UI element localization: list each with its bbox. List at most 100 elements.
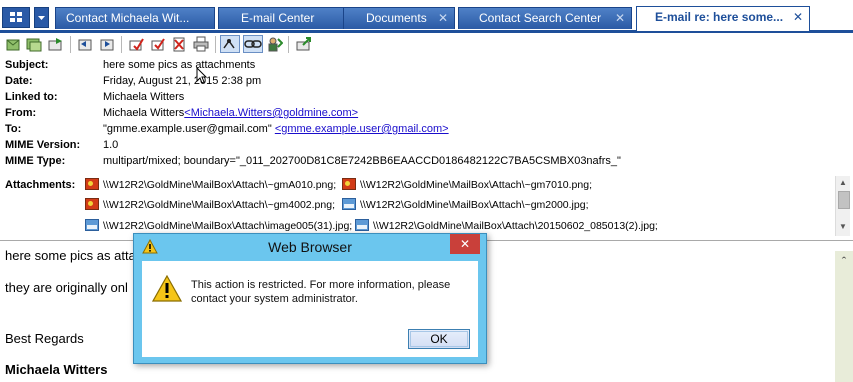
from-email-link[interactable]: <Michaela.Witters@goldmine.com>: [184, 107, 358, 119]
ok-button[interactable]: OK: [408, 329, 470, 349]
picture-file-icon: [355, 219, 369, 231]
attachments-label: Attachments:: [5, 179, 76, 191]
tab-label: Contact Michaela Wit...: [66, 11, 190, 25]
close-icon[interactable]: ✕: [793, 7, 803, 28]
linked-value: Michaela Witters: [103, 91, 185, 103]
body-text-line: they are originally onl: [5, 280, 128, 295]
attach-contact-button[interactable]: [267, 36, 283, 52]
forward-button[interactable]: [48, 36, 64, 52]
close-icon[interactable]: ✕: [615, 8, 625, 29]
reply-icon: [6, 39, 20, 51]
link-icon: [223, 39, 235, 49]
attachment-item[interactable]: \\W12R2\GoldMine\MailBox\Attach\~gm4002.…: [85, 197, 335, 213]
export-button[interactable]: [296, 36, 312, 52]
flag-icon: [129, 38, 144, 51]
attachment-item[interactable]: \\W12R2\GoldMine\MailBox\Attach\~gm7010.…: [342, 177, 592, 193]
from-label: From:: [5, 107, 37, 119]
forward-icon: [48, 38, 62, 51]
next-button[interactable]: [99, 36, 115, 52]
tab-label: Documents: [366, 11, 427, 25]
picture-file-icon: [85, 219, 99, 231]
mark-read-icon: [151, 38, 165, 51]
toolbar-separator: [121, 36, 122, 53]
subject-value: here some pics as attachments: [103, 59, 256, 71]
attachment-item[interactable]: \\W12R2\GoldMine\MailBox\Attach\~gmA010.…: [85, 177, 336, 193]
mime-version-label: MIME Version:: [5, 139, 81, 151]
scroll-up-icon[interactable]: ▲: [836, 176, 850, 190]
attachment-path: \\W12R2\GoldMine\MailBox\Attach\~gmA010.…: [103, 179, 337, 191]
toolbar-separator: [215, 36, 216, 53]
attachments-scrollbar[interactable]: ▲ ▼: [835, 176, 850, 236]
attachment-item[interactable]: \\W12R2\GoldMine\MailBox\Attach\~gm2000.…: [342, 197, 589, 213]
to-email-link[interactable]: <gmme.example.user@gmail.com>: [275, 123, 449, 135]
tab-list-dropdown[interactable]: [34, 7, 49, 28]
chevron-down-icon: [38, 16, 45, 20]
mime-type-value: multipart/mixed; boundary="_011_202700D8…: [103, 155, 621, 167]
attachment-item[interactable]: \\W12R2\GoldMine\MailBox\Attach\image005…: [85, 218, 352, 234]
print-button[interactable]: [193, 36, 209, 52]
attachment-path: \\W12R2\GoldMine\MailBox\Attach\20150602…: [373, 220, 658, 232]
from-name: Michaela Witters: [103, 107, 185, 119]
body-scrollbar[interactable]: ˆ: [835, 251, 853, 382]
print-icon: [193, 36, 209, 52]
chain-link-button[interactable]: [243, 35, 263, 53]
mime-version-value: 1.0: [103, 139, 119, 151]
message-toolbar: [0, 33, 853, 55]
attachment-path: \\W12R2\GoldMine\MailBox\Attach\~gm4002.…: [103, 199, 335, 211]
attachment-item[interactable]: \\W12R2\GoldMine\MailBox\Attach\20150602…: [355, 218, 658, 234]
tab-contact-search-center[interactable]: Contact Search Center ✕: [458, 7, 632, 29]
toolbar-separator: [70, 36, 71, 53]
picture-file-icon: [342, 198, 356, 210]
scroll-down-icon[interactable]: ▼: [836, 220, 850, 234]
body-signature: Michaela Witters: [5, 362, 108, 377]
to-label: To:: [5, 123, 22, 135]
delete-icon: [173, 37, 185, 52]
reply-button[interactable]: [5, 36, 21, 52]
tab-strip: Contact Michaela Wit... E-mail Center ✕ …: [0, 0, 853, 33]
tab-documents[interactable]: Documents ✕: [343, 7, 455, 29]
tab-label: Contact Search Center: [479, 11, 602, 25]
mouse-cursor-icon: [196, 67, 208, 84]
attach-contact-icon: [268, 37, 283, 52]
image-file-icon: [342, 178, 356, 190]
body-text-line: here some pics as atta: [5, 248, 136, 263]
close-icon[interactable]: ✕: [438, 8, 448, 29]
attachment-path: \\W12R2\GoldMine\MailBox\Attach\~gm2000.…: [360, 199, 589, 211]
tab-contact[interactable]: Contact Michaela Wit...: [55, 7, 215, 29]
tab-label: E-mail re: here some...: [655, 10, 784, 24]
chevron-up-icon[interactable]: ˆ: [835, 255, 853, 269]
attachments-list: \\W12R2\GoldMine\MailBox\Attach\~gmA010.…: [82, 176, 832, 236]
date-label: Date:: [5, 75, 33, 87]
image-file-icon: [85, 198, 99, 210]
tab-email-message[interactable]: E-mail re: here some... ✕: [636, 6, 810, 31]
link-button[interactable]: [220, 35, 240, 53]
restricted-action-dialog: Web Browser ✕ This action is restricted.…: [133, 233, 487, 364]
reply-all-icon: [26, 38, 42, 52]
to-name: "gmme.example.user@gmail.com": [103, 123, 272, 135]
attachment-path: \\W12R2\GoldMine\MailBox\Attach\image005…: [103, 220, 353, 232]
attachment-path: \\W12R2\GoldMine\MailBox\Attach\~gm7010.…: [360, 179, 592, 191]
chain-link-icon: [244, 40, 262, 48]
previous-icon: [78, 39, 92, 51]
delete-button[interactable]: [171, 36, 187, 52]
flag-button[interactable]: [128, 36, 144, 52]
warning-icon: [152, 275, 182, 302]
linked-label: Linked to:: [5, 91, 58, 103]
previous-button[interactable]: [77, 36, 93, 52]
reply-all-button[interactable]: [26, 36, 42, 52]
from-value: Michaela Witters<Michaela.Witters@goldmi…: [103, 106, 358, 121]
grid-icon: [10, 12, 22, 22]
grid-menu-button[interactable]: [2, 7, 30, 28]
tab-label: E-mail Center: [241, 11, 315, 25]
mime-type-label: MIME Type:: [5, 155, 66, 167]
dialog-content: This action is restricted. For more info…: [142, 261, 478, 357]
mark-read-button[interactable]: [150, 36, 166, 52]
image-file-icon: [85, 178, 99, 190]
close-icon[interactable]: ✕: [450, 234, 480, 254]
dialog-message: This action is restricted. For more info…: [191, 279, 451, 305]
date-value: Friday, August 21, 2015 2:38 pm: [103, 75, 262, 87]
next-icon: [100, 39, 114, 51]
toolbar-separator: [288, 36, 289, 53]
body-text-line: Best Regards: [5, 331, 84, 346]
scrollbar-thumb[interactable]: [838, 191, 850, 209]
